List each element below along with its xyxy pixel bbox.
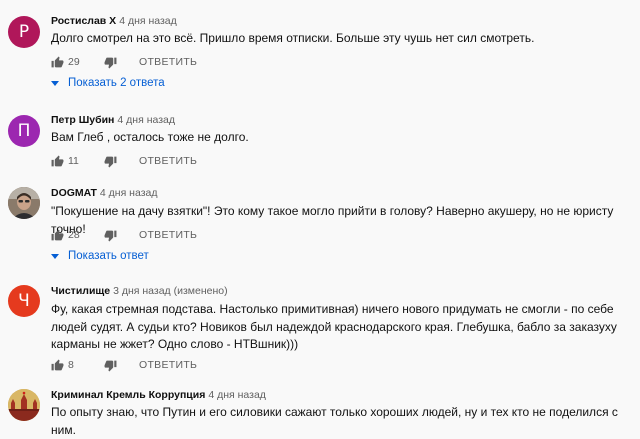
comment: П Петр Шубин 4 дня назад Вам Глеб , остал… — [0, 100, 640, 180]
chevron-down-icon — [51, 253, 59, 259]
comment-author[interactable]: Петр Шубин — [51, 114, 114, 126]
comment-time[interactable]: 4 дня назад — [100, 187, 158, 199]
comment-time[interactable]: 3 дня назад (изменено) — [113, 285, 228, 297]
comment: Криминал Кремль Коррупция 4 дня назад По … — [0, 375, 640, 437]
thumbs-up-icon[interactable] — [51, 359, 64, 372]
avatar[interactable]: П — [8, 115, 40, 147]
show-replies-button[interactable]: Показать ответ — [51, 250, 149, 262]
comment-header: DOGMAT 4 дня назад — [51, 187, 157, 199]
comment-author[interactable]: DOGMAT — [51, 187, 97, 199]
thumbs-up-icon[interactable] — [51, 229, 64, 242]
chevron-down-icon — [51, 80, 59, 86]
comment-actions: 8 ОТВЕТИТЬ — [51, 356, 197, 374]
comment-header: Криминал Кремль Коррупция 4 дня назад — [51, 389, 266, 401]
comment-text: Вам Глеб , осталось тоже не долго. — [51, 130, 249, 144]
comment-actions: 29 ОТВЕТИТЬ — [51, 53, 197, 71]
comment-actions: 11 ОТВЕТИТЬ — [51, 152, 197, 170]
comment-header: Ростислав Х4 дня назад — [51, 15, 177, 27]
comment-text: Долго смотрел на это всё. Пришло время о… — [51, 31, 535, 45]
reply-button[interactable]: ОТВЕТИТЬ — [139, 359, 197, 371]
avatar[interactable]: Р — [8, 16, 40, 48]
like-count: 28 — [68, 229, 80, 241]
show-replies-label: Показать 2 ответа — [68, 77, 165, 89]
avatar-letter: Ч — [18, 291, 30, 311]
kremlin-photo-icon — [8, 389, 40, 421]
comment-time[interactable]: 4 дня назад — [119, 15, 177, 27]
man-photo-icon — [8, 187, 40, 219]
show-replies-button[interactable]: Показать 2 ответа — [51, 77, 165, 89]
comment-time[interactable]: 4 дня назад — [117, 114, 175, 126]
thumbs-up-icon[interactable] — [51, 56, 64, 69]
thumbs-down-icon[interactable] — [104, 229, 117, 242]
avatar-letter: Р — [18, 22, 30, 42]
comment: Р Ростислав Х4 дня назад Долго смотрел н… — [0, 0, 640, 100]
reply-button[interactable]: ОТВЕТИТЬ — [139, 155, 197, 167]
comment-actions: 28 ОТВЕТИТЬ — [51, 226, 197, 244]
avatar-letter: П — [17, 121, 31, 141]
comment-header: Чистилище 3 дня назад (изменено) — [51, 285, 228, 297]
comment-text: По опыту знаю, что Путин и его силовики … — [51, 405, 618, 437]
comment-text: Фу, какая стремная подстава. Настолько п… — [51, 302, 617, 351]
thumbs-up-icon[interactable] — [51, 155, 64, 168]
comment-author[interactable]: Чистилище — [51, 285, 110, 297]
avatar[interactable] — [8, 187, 40, 219]
avatar[interactable] — [8, 389, 40, 421]
thumbs-down-icon[interactable] — [104, 155, 117, 168]
comment: DOGMAT 4 дня назад "Покушение на дачу взя… — [0, 175, 640, 275]
comment-time[interactable]: 4 дня назад — [208, 389, 266, 401]
comment-header: Петр Шубин 4 дня назад — [51, 114, 175, 126]
like-count: 11 — [68, 155, 79, 167]
show-replies-label: Показать ответ — [68, 250, 149, 262]
comment-author[interactable]: Криминал Кремль Коррупция — [51, 389, 205, 401]
thumbs-down-icon[interactable] — [104, 359, 117, 372]
like-count: 29 — [68, 56, 80, 68]
comment-author[interactable]: Ростислав Х — [51, 15, 116, 27]
avatar[interactable]: Ч — [8, 285, 40, 317]
thumbs-down-icon[interactable] — [104, 56, 117, 69]
like-count: 8 — [68, 359, 74, 371]
comment: Ч Чистилище 3 дня назад (изменено) Фу, ка… — [0, 275, 640, 375]
reply-button[interactable]: ОТВЕТИТЬ — [139, 56, 197, 68]
reply-button[interactable]: ОТВЕТИТЬ — [139, 229, 197, 241]
